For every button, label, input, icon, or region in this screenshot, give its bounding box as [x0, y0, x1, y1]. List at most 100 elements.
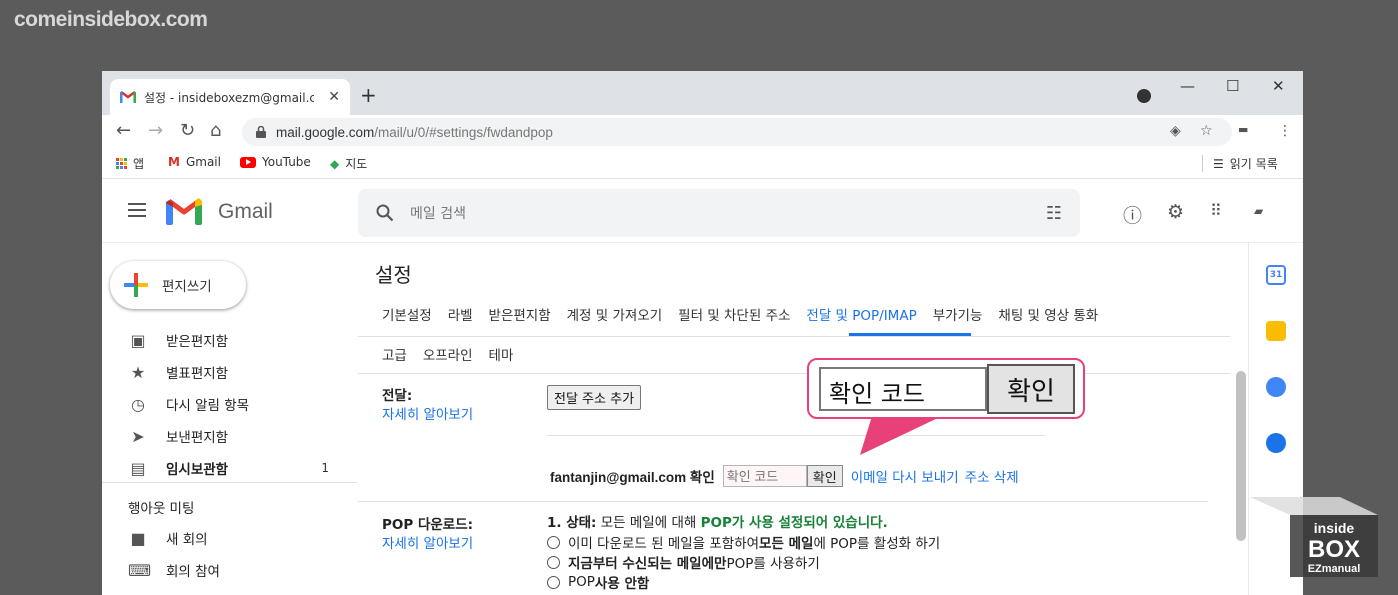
help-icon[interactable]: ⓘ [1123, 201, 1142, 228]
calendar-icon[interactable]: 31 [1266, 265, 1286, 285]
sidebar-item-new-meeting[interactable]: ■ 새 회의 [102, 522, 357, 554]
pop-option-disable[interactable]: POP 사용 안함 [547, 572, 649, 592]
bookmark-youtube-label: YouTube [262, 155, 311, 169]
reading-list-icon: ☰ [1213, 156, 1224, 171]
lock-icon [256, 126, 266, 138]
tab-advanced[interactable]: 고급 [382, 344, 407, 364]
youtube-icon [240, 156, 256, 168]
tab-offline[interactable]: 오프라인 [423, 344, 473, 364]
bookmark-gmail[interactable]: M Gmail [168, 155, 221, 169]
tabs-divider [358, 336, 1230, 337]
contacts-icon[interactable] [1266, 433, 1286, 453]
profile-icon[interactable]: ▬ [1238, 123, 1248, 136]
gear-icon[interactable]: ⚙ [1167, 201, 1184, 223]
reload-icon[interactable]: ↻ [180, 120, 195, 141]
address-bar[interactable]: mail.google.com/mail/u/0/#settings/fwdan… [242, 118, 1232, 146]
resend-email-link[interactable]: 이메일 다시 보내기 [851, 466, 959, 486]
browser-window: 설정 - insideboxezm@gmail.com ✕ + — ☐ ✕ ← … [102, 71, 1303, 595]
gmail-logo-icon [166, 198, 202, 225]
sidebar-item-starred[interactable]: ★ 별표편지함 [102, 356, 357, 388]
pop-download-label: POP 다운로드: [382, 517, 474, 533]
watermark-text: comeinsidebox.com [14, 8, 208, 31]
url-text: mail.google.com/mail/u/0/#settings/fwdan… [276, 124, 553, 140]
radio-button[interactable] [547, 575, 560, 589]
pop-option-all-mail[interactable]: 이미 다운로드 된 메일을 포함하여 모든 메일 에 POP를 활성화 하기 [547, 532, 940, 552]
delete-address-link[interactable]: 주소 삭제 [965, 466, 1019, 486]
scrollbar[interactable] [1236, 371, 1246, 541]
meet-section-title: 행아웃 미팅 [128, 501, 195, 517]
reading-list[interactable]: ☰ 읽기 목록 [1202, 155, 1278, 172]
bookmark-youtube[interactable]: YouTube [240, 155, 311, 169]
bookmark-maps[interactable]: ◆ 지도 [330, 155, 367, 172]
tab-chat-meet[interactable]: 채팅 및 영상 통화 [998, 304, 1098, 324]
browser-toolbar: ← → ↻ ⌂ mail.google.com/mail/u/0/#settin… [102, 115, 1303, 149]
sidebar-divider [102, 482, 357, 483]
tab-inbox[interactable]: 받은편지함 [489, 304, 551, 324]
drafts-count: 1 [321, 461, 329, 475]
bookmark-apps[interactable]: 앱 [116, 155, 144, 172]
sidebar-item-label: 별표편지함 [166, 366, 229, 382]
tab-accounts[interactable]: 계정 및 가져오기 [567, 304, 663, 324]
home-icon[interactable]: ⌂ [210, 120, 221, 141]
search-placeholder: 메일 검색 [410, 206, 466, 222]
apps-icon[interactable]: ⠿ [1210, 201, 1222, 220]
gmail-small-icon: M [168, 155, 180, 169]
forwarding-address: fantanjin@gmail.com 확인 [550, 470, 715, 485]
zoom-callout: 확인 코드 확인 [807, 358, 1085, 419]
sidebar-item-label: 새 회의 [166, 532, 208, 548]
bookmark-star-icon[interactable]: ☆ [1200, 123, 1213, 139]
maximize-button[interactable]: ☐ [1226, 77, 1239, 95]
tab-search-icon[interactable] [1137, 89, 1151, 103]
section-divider [358, 501, 1208, 502]
account-avatar[interactable]: ▰ [1254, 204, 1263, 218]
verify-button[interactable]: 확인 [806, 465, 843, 487]
sidebar-item-drafts[interactable]: ▤ 임시보관함 1 [102, 452, 357, 484]
logo-line2: BOX [1308, 536, 1360, 563]
star-icon: ★ [130, 362, 146, 382]
radio-button[interactable] [547, 555, 560, 569]
tab-addons[interactable]: 부가기능 [933, 304, 983, 324]
pop-learn-more-link[interactable]: 자세히 알아보기 [382, 532, 473, 552]
insidebox-logo: inside BOX EZmanual [1250, 497, 1378, 577]
maps-icon: ◆ [330, 156, 340, 171]
tab-labels[interactable]: 라벨 [448, 304, 473, 324]
tab-forwarding-pop-imap[interactable]: 전달 및 POP/IMAP [806, 304, 916, 324]
main-menu-icon[interactable] [128, 203, 146, 221]
settings-tabs-row2: 고급 오프라인 테마 [382, 344, 513, 364]
forwarding-learn-more-link[interactable]: 자세히 알아보기 [382, 403, 473, 423]
search-options-icon[interactable]: ☷ [1046, 203, 1062, 224]
tasks-icon[interactable] [1266, 377, 1286, 397]
tab-themes[interactable]: 테마 [489, 344, 514, 364]
search-input[interactable]: 메일 검색 ☷ [358, 189, 1080, 237]
tab-close-icon[interactable]: ✕ [328, 89, 340, 105]
close-window-button[interactable]: ✕ [1272, 77, 1285, 95]
radio-button[interactable] [547, 535, 560, 549]
tab-filters[interactable]: 필터 및 차단된 주소 [678, 304, 790, 324]
sidebar-item-label: 보낸편지함 [166, 430, 229, 446]
bookmark-apps-label: 앱 [133, 157, 145, 171]
keep-icon[interactable] [1266, 321, 1286, 341]
bookmark-maps-label: 지도 [345, 157, 368, 171]
minimize-button[interactable]: — [1180, 77, 1195, 95]
search-icon[interactable] [376, 204, 394, 222]
forward-icon[interactable]: → [148, 120, 163, 141]
bookmark-gmail-label: Gmail [185, 155, 221, 169]
sidebar-item-snoozed[interactable]: ◷ 다시 알림 항목 [102, 388, 357, 420]
pop-option-from-now[interactable]: 지금부터 수신되는 메일에만 POP를 사용하기 [547, 552, 820, 572]
tabs-bottom-divider [358, 373, 1230, 374]
add-forwarding-address-button[interactable]: 전달 주소 추가 [547, 385, 642, 410]
pop-status: 1. 상태: 모든 메일에 대해 POP가 사용 설정되어 있습니다. [547, 515, 888, 531]
verification-code-input[interactable] [722, 465, 807, 487]
tab-strip: 설정 - insideboxezm@gmail.com ✕ + — ☐ ✕ [102, 71, 1303, 115]
sidebar-item-sent[interactable]: ➤ 보낸편지함 [102, 420, 357, 452]
browser-tab[interactable]: 설정 - insideboxezm@gmail.com ✕ [110, 79, 350, 115]
forwarding-address-row: fantanjin@gmail.com 확인 확인 이메일 다시 보내기 주소 … [550, 465, 1019, 487]
extension-icon[interactable]: ◈ [1170, 123, 1181, 139]
new-tab-button[interactable]: + [360, 83, 377, 107]
sidebar-item-join-meeting[interactable]: ⌨ 회의 참여 [102, 554, 357, 586]
back-icon[interactable]: ← [116, 120, 131, 141]
compose-button[interactable]: 편지쓰기 [110, 261, 246, 309]
tab-general[interactable]: 기본설정 [382, 304, 432, 324]
menu-icon[interactable]: ⋮ [1278, 123, 1292, 139]
sidebar-item-inbox[interactable]: ▣ 받은편지함 [102, 324, 357, 356]
